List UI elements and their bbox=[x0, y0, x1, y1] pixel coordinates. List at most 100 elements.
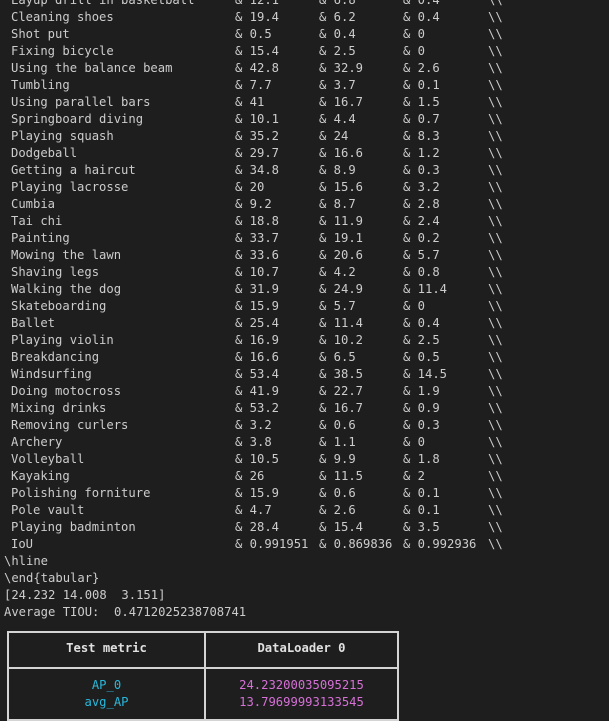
row-label: Using parallel bars bbox=[11, 95, 151, 109]
row-cell: \\ bbox=[488, 469, 503, 483]
row-cell: & 15.4 bbox=[319, 520, 364, 534]
table-row: Tumbling & 7.7 & 3.7 & 0.1 \\ bbox=[0, 77, 609, 94]
row-cell: & 0.3 bbox=[403, 163, 440, 177]
row-cell: & 15.9 bbox=[235, 299, 280, 313]
row-cell: & 0.5 bbox=[235, 27, 272, 41]
row-cell: & 15.6 bbox=[319, 180, 364, 194]
row-cell: \\ bbox=[488, 384, 503, 398]
table-row: Pole vault & 4.7 & 2.6 & 0.1 \\ bbox=[0, 502, 609, 519]
row-label: Polishing forniture bbox=[11, 486, 151, 500]
row-cell: & 14.5 bbox=[403, 367, 448, 381]
table-row: Playing violin & 16.9 & 10.2 & 2.5 \\ bbox=[0, 332, 609, 349]
row-cell: & 31.9 bbox=[235, 282, 280, 296]
row-cell: & 24 bbox=[319, 129, 349, 143]
row-cell: & 8.3 bbox=[403, 129, 440, 143]
row-cell: & 0 bbox=[403, 44, 426, 58]
row-cell: & 32.9 bbox=[319, 61, 364, 75]
row-cell: \\ bbox=[488, 401, 503, 415]
table-row: Ballet & 25.4 & 11.4 & 0.4 \\ bbox=[0, 315, 609, 332]
row-cell: & 9.9 bbox=[319, 452, 356, 466]
row-cell: & 0 bbox=[403, 27, 426, 41]
terminal-output: Layup drill in basketball & 12.1 & 6.8 & 0.… bbox=[0, 0, 609, 621]
row-cell: & 41.9 bbox=[235, 384, 280, 398]
row-cell: & 20.6 bbox=[319, 248, 364, 262]
row-cell: & 0.8 bbox=[403, 265, 440, 279]
table-row: Skateboarding & 15.9 & 5.7 & 0 \\ bbox=[0, 298, 609, 315]
row-cell: & 35.2 bbox=[235, 129, 280, 143]
row-cell: & 16.6 bbox=[319, 146, 364, 160]
row-cell: & 16.6 bbox=[235, 350, 280, 364]
row-cell: & 4.7 bbox=[235, 503, 272, 517]
row-cell: \\ bbox=[488, 95, 503, 109]
row-label: IoU bbox=[11, 537, 34, 551]
row-cell: & 0.5 bbox=[403, 350, 440, 364]
output-line: Average TIOU: 0.4712025238708741 bbox=[4, 605, 247, 619]
table-row: Shot put & 0.5 & 0.4 & 0 \\ bbox=[0, 26, 609, 43]
table-row: Mowing the lawn & 33.6 & 20.6 & 5.7 \\ bbox=[0, 247, 609, 264]
row-cell: \\ bbox=[488, 44, 503, 58]
row-cell: \\ bbox=[488, 78, 503, 92]
row-cell: \\ bbox=[488, 0, 503, 7]
row-cell: \\ bbox=[488, 180, 503, 194]
table-row: Doing motocross & 41.9 & 22.7 & 1.9 \\ bbox=[0, 383, 609, 400]
row-label: Ballet bbox=[11, 316, 56, 330]
row-cell: & 19.1 bbox=[319, 231, 364, 245]
row-cell: & 0.6 bbox=[319, 418, 356, 432]
row-cell: \\ bbox=[488, 282, 503, 296]
table-row: Layup drill in basketball & 12.1 & 6.8 & 0.… bbox=[0, 0, 609, 9]
table-row: Windsurfing & 53.4 & 38.5 & 14.5 \\ bbox=[0, 366, 609, 383]
row-label: Playing squash bbox=[11, 129, 114, 143]
row-cell: & 3.2 bbox=[235, 418, 272, 432]
row-label: Layup drill in basketball bbox=[11, 0, 195, 7]
metric-value: 24.23200035095215 bbox=[239, 678, 364, 692]
table-row: Polishing forniture & 15.9 & 0.6 & 0.1 \\ bbox=[0, 485, 609, 502]
table-row: Kayaking & 26 & 11.5 & 2 \\ bbox=[0, 468, 609, 485]
table-row: Tai chi & 18.8 & 11.9 & 2.4 \\ bbox=[0, 213, 609, 230]
row-label: Using the balance beam bbox=[11, 61, 173, 75]
row-cell: & 0.6 bbox=[319, 486, 356, 500]
row-label: Pole vault bbox=[11, 503, 85, 517]
row-cell: \\ bbox=[488, 129, 503, 143]
row-cell: \\ bbox=[488, 163, 503, 177]
row-cell: & 2.5 bbox=[319, 44, 356, 58]
row-cell: & 0.1 bbox=[403, 503, 440, 517]
row-label: Playing violin bbox=[11, 333, 114, 347]
metric-value: 13.79699993133545 bbox=[239, 695, 364, 709]
row-label: Skateboarding bbox=[11, 299, 107, 313]
row-label: Shaving legs bbox=[11, 265, 100, 279]
row-cell: & 11.5 bbox=[319, 469, 364, 483]
row-cell: & 0.4 bbox=[403, 10, 440, 24]
row-cell: & 0.992936 bbox=[403, 537, 477, 551]
results-table: Test metric DataLoader 0 AP_0 24.2320003… bbox=[7, 631, 399, 721]
row-cell: \\ bbox=[488, 299, 503, 313]
table-row: Playing badminton & 28.4 & 15.4 & 3.5 \\ bbox=[0, 519, 609, 536]
row-label: Fixing bicycle bbox=[11, 44, 114, 58]
row-cell: \\ bbox=[488, 537, 503, 551]
row-cell: \\ bbox=[488, 265, 503, 279]
row-cell: \\ bbox=[488, 10, 503, 24]
row-cell: & 0 bbox=[403, 435, 426, 449]
row-cell: & 3.5 bbox=[403, 520, 440, 534]
table-row: Fixing bicycle & 15.4 & 2.5 & 0 \\ bbox=[0, 43, 609, 60]
row-cell: & 1.5 bbox=[403, 95, 440, 109]
row-cell: & 2.6 bbox=[403, 61, 440, 75]
output-line: \end{tabular} bbox=[4, 571, 100, 585]
row-cell: & 28.4 bbox=[235, 520, 280, 534]
row-cell: & 0.869836 bbox=[319, 537, 393, 551]
row-label: Archery bbox=[11, 435, 63, 449]
table-row: IoU & 0.991951 & 0.869836 & 0.992936 \\ bbox=[0, 536, 609, 553]
table-row: Mixing drinks & 53.2 & 16.7 & 0.9 \\ bbox=[0, 400, 609, 417]
row-label: Kayaking bbox=[11, 469, 70, 483]
header-test-metric: Test metric bbox=[66, 641, 147, 655]
row-cell: \\ bbox=[488, 520, 503, 534]
table-row: Using the balance beam & 42.8 & 32.9 & 2.6 \… bbox=[0, 60, 609, 77]
table-row: Volleyball & 10.5 & 9.9 & 1.8 \\ bbox=[0, 451, 609, 468]
table-row: Shaving legs & 10.7 & 4.2 & 0.8 \\ bbox=[0, 264, 609, 281]
row-label: Tai chi bbox=[11, 214, 63, 228]
row-cell: \\ bbox=[488, 452, 503, 466]
row-label: Shot put bbox=[11, 27, 70, 41]
row-cell: \\ bbox=[488, 146, 503, 160]
row-cell: & 4.4 bbox=[319, 112, 356, 126]
table-row: Playing squash & 35.2 & 24 & 8.3 \\ bbox=[0, 128, 609, 145]
row-cell: & 3.2 bbox=[403, 180, 440, 194]
